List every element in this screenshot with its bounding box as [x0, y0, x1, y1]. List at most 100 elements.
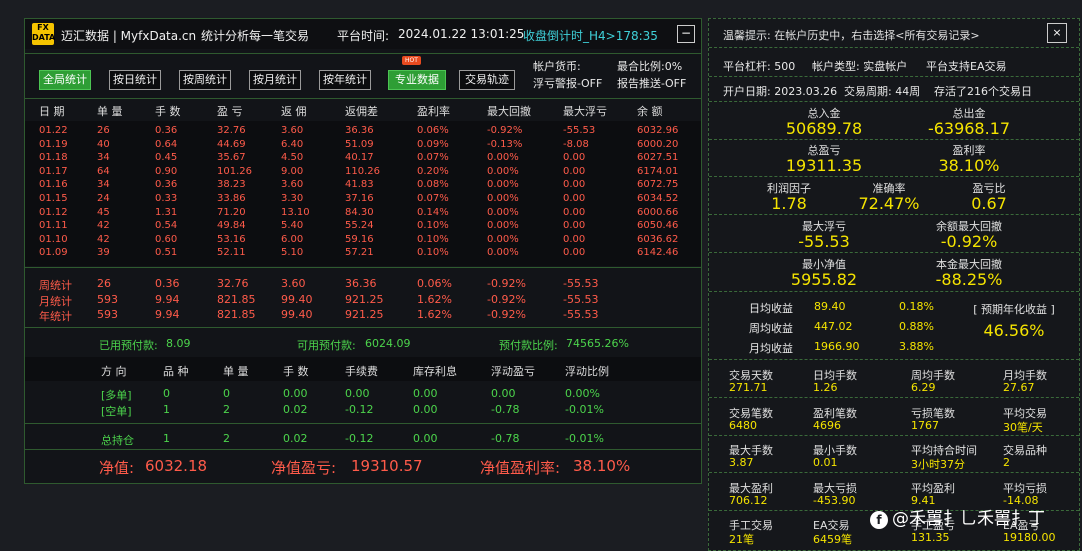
tab-pro-data[interactable]: 专业数据	[388, 70, 446, 90]
equity-pl-label: 净值盈亏:	[271, 459, 337, 477]
total-withdraw-value: -63968.17	[927, 119, 1011, 138]
table-cell: 6036.62	[637, 233, 679, 245]
table-cell: 01.12	[39, 206, 68, 218]
close-button[interactable]: ×	[1047, 23, 1067, 43]
column-header: 盈利率	[417, 105, 450, 118]
float-alert-toggle[interactable]: 浮亏警报-OFF	[533, 75, 602, 91]
tab-trade-track[interactable]: 交易轨迹	[459, 70, 515, 90]
table-cell: 0.10%	[417, 247, 449, 259]
table-cell: 42	[97, 220, 110, 232]
table-cell: 49.84	[217, 220, 246, 232]
table-cell: 0.00%	[487, 152, 519, 164]
summary-cell: -55.53	[563, 308, 599, 321]
watermark-text: @禾嘼扌乚禾嘼扌丁	[892, 509, 1045, 529]
stat-value: 27.67	[1003, 381, 1035, 394]
summary-cell: 0.36	[155, 277, 180, 290]
equity-footer: 净值: 6032.18 净值盈亏: 19310.57 净值盈利率: 38.10%	[25, 453, 701, 481]
minimize-button[interactable]: −	[677, 25, 695, 43]
summary-cell: 1.62%	[417, 308, 452, 321]
table-cell: 0.00	[563, 220, 586, 232]
table-cell: 0.33	[155, 193, 178, 204]
summary-cell: 9.94	[155, 292, 180, 306]
table-cell: 0.00	[563, 206, 586, 218]
summary-cell: 年统计	[39, 310, 72, 323]
tab-monthly-stats[interactable]: 按月统计	[249, 70, 301, 90]
total-position-cell: -0.01%	[565, 432, 604, 445]
total-position-cell: 总持仓	[101, 434, 134, 447]
stat-value: 21笔	[729, 533, 754, 546]
divider	[709, 397, 1079, 398]
daily-table-body: 01.22 26 0.36 32.76 3.60 36.36 0.06% -0.92% -55.…	[25, 121, 701, 266]
platform-time-label: 平台时间:	[337, 29, 390, 43]
table-cell: 0.00%	[487, 193, 519, 204]
table-cell: 0.60	[155, 233, 178, 245]
table-cell: 6032.96	[637, 125, 679, 136]
table-cell: 0.14%	[417, 206, 449, 218]
table-cell: 6.00	[281, 233, 304, 245]
summary-row: 月统计 593 9.94 821.85 99.40 921.25 1.62% -0.92% -5…	[25, 292, 701, 308]
position-column-header: 库存利息	[413, 365, 457, 378]
daily-avg-value: 89.40	[814, 300, 846, 313]
summary-cell: -55.53	[563, 277, 599, 290]
position-column-header: 单 量	[223, 365, 249, 378]
divider	[709, 101, 1079, 102]
table-cell: 0.00	[563, 193, 586, 204]
tab-weekly-stats[interactable]: 按周统计	[179, 70, 231, 90]
free-margin-value: 6024.09	[365, 337, 411, 350]
stat-value: 0.01	[813, 456, 838, 469]
total-pl-value: 19311.35	[785, 156, 863, 175]
table-cell: 01.09	[39, 247, 68, 259]
summary-cell: 921.25	[345, 292, 384, 306]
used-margin-value: 8.09	[166, 337, 191, 350]
table-row: 01.15 24 0.33 33.86 3.30 37.16 0.07% 0.00% 0.00 6…	[25, 193, 701, 207]
position-row: [多单] 0 0 0.00 0.00 0.00 0.00 0.00%	[25, 387, 701, 402]
tab-daily-stats[interactable]: 按日统计	[109, 70, 161, 90]
tab-global-stats[interactable]: 全局统计	[39, 70, 91, 90]
table-cell: 0.08%	[417, 179, 449, 191]
table-cell: 59.16	[345, 233, 374, 245]
equity-pl-value: 19310.57	[351, 457, 423, 475]
free-margin-label: 可用预付款:	[297, 339, 356, 352]
position-row: [空单] 1 2 0.02 -0.12 0.00 -0.78 -0.01%	[25, 403, 701, 418]
table-cell: 0.00%	[487, 206, 519, 218]
table-row: 01.19 40 0.64 44.69 6.40 51.09 0.09% -0.13% -8.0…	[25, 139, 701, 153]
tab-yearly-stats[interactable]: 按年统计	[319, 70, 371, 90]
table-cell: 0.54	[155, 220, 178, 232]
table-cell: 3.30	[281, 193, 304, 204]
stats-panel: 温馨提示: 在帐户历史中，右击选择<所有交易记录> × 平台杠杆: 500 帐户…	[708, 18, 1080, 551]
table-cell: 45	[97, 206, 110, 218]
summary-cell: 0.06%	[417, 277, 452, 290]
table-cell: 44.69	[217, 138, 246, 150]
position-column-header: 浮动比例	[565, 365, 609, 378]
max-ratio: 最合比例:0%	[617, 60, 683, 73]
table-cell: 6.40	[281, 138, 304, 150]
position-column-header: 手续费	[345, 365, 378, 378]
fx-data-logo: FX DATA	[32, 23, 55, 45]
total-deposit-value: 50689.78	[785, 119, 863, 138]
table-cell: 39	[97, 247, 110, 259]
table-cell: 41.83	[345, 179, 374, 191]
leverage: 平台杠杆: 500	[723, 60, 796, 73]
equity-label: 净值:	[99, 459, 135, 477]
position-cell: 0.00%	[565, 387, 600, 400]
table-cell: 0.10%	[417, 233, 449, 245]
tip-text: 温馨提示: 在帐户历史中，右击选择<所有交易记录>	[723, 29, 980, 42]
summary-cell: 821.85	[217, 308, 256, 321]
report-push-toggle[interactable]: 报告推送-OFF	[617, 75, 686, 91]
table-cell: -8.08	[563, 138, 589, 150]
equity-value: 6032.18	[145, 457, 208, 475]
margin-ratio-label: 预付款比例:	[499, 339, 558, 352]
table-cell: 0.00%	[487, 220, 519, 232]
trade-weeks: 交易周期: 44周	[844, 85, 921, 98]
table-cell: 24	[97, 193, 110, 204]
table-cell: 1.31	[155, 206, 178, 218]
divider	[709, 214, 1079, 215]
table-cell: -0.92%	[487, 125, 523, 136]
stat-value: 706.12	[729, 493, 768, 507]
monthly-avg-label: 月均收益	[749, 342, 793, 355]
total-position-cell: 1	[163, 432, 170, 445]
profit-rate-value: 38.10%	[938, 156, 1000, 175]
table-row: 01.22 26 0.36 32.76 3.60 36.36 0.06% -0.92% -55.…	[25, 125, 701, 139]
position-cell: 0.00	[345, 387, 370, 400]
divider	[709, 176, 1079, 177]
